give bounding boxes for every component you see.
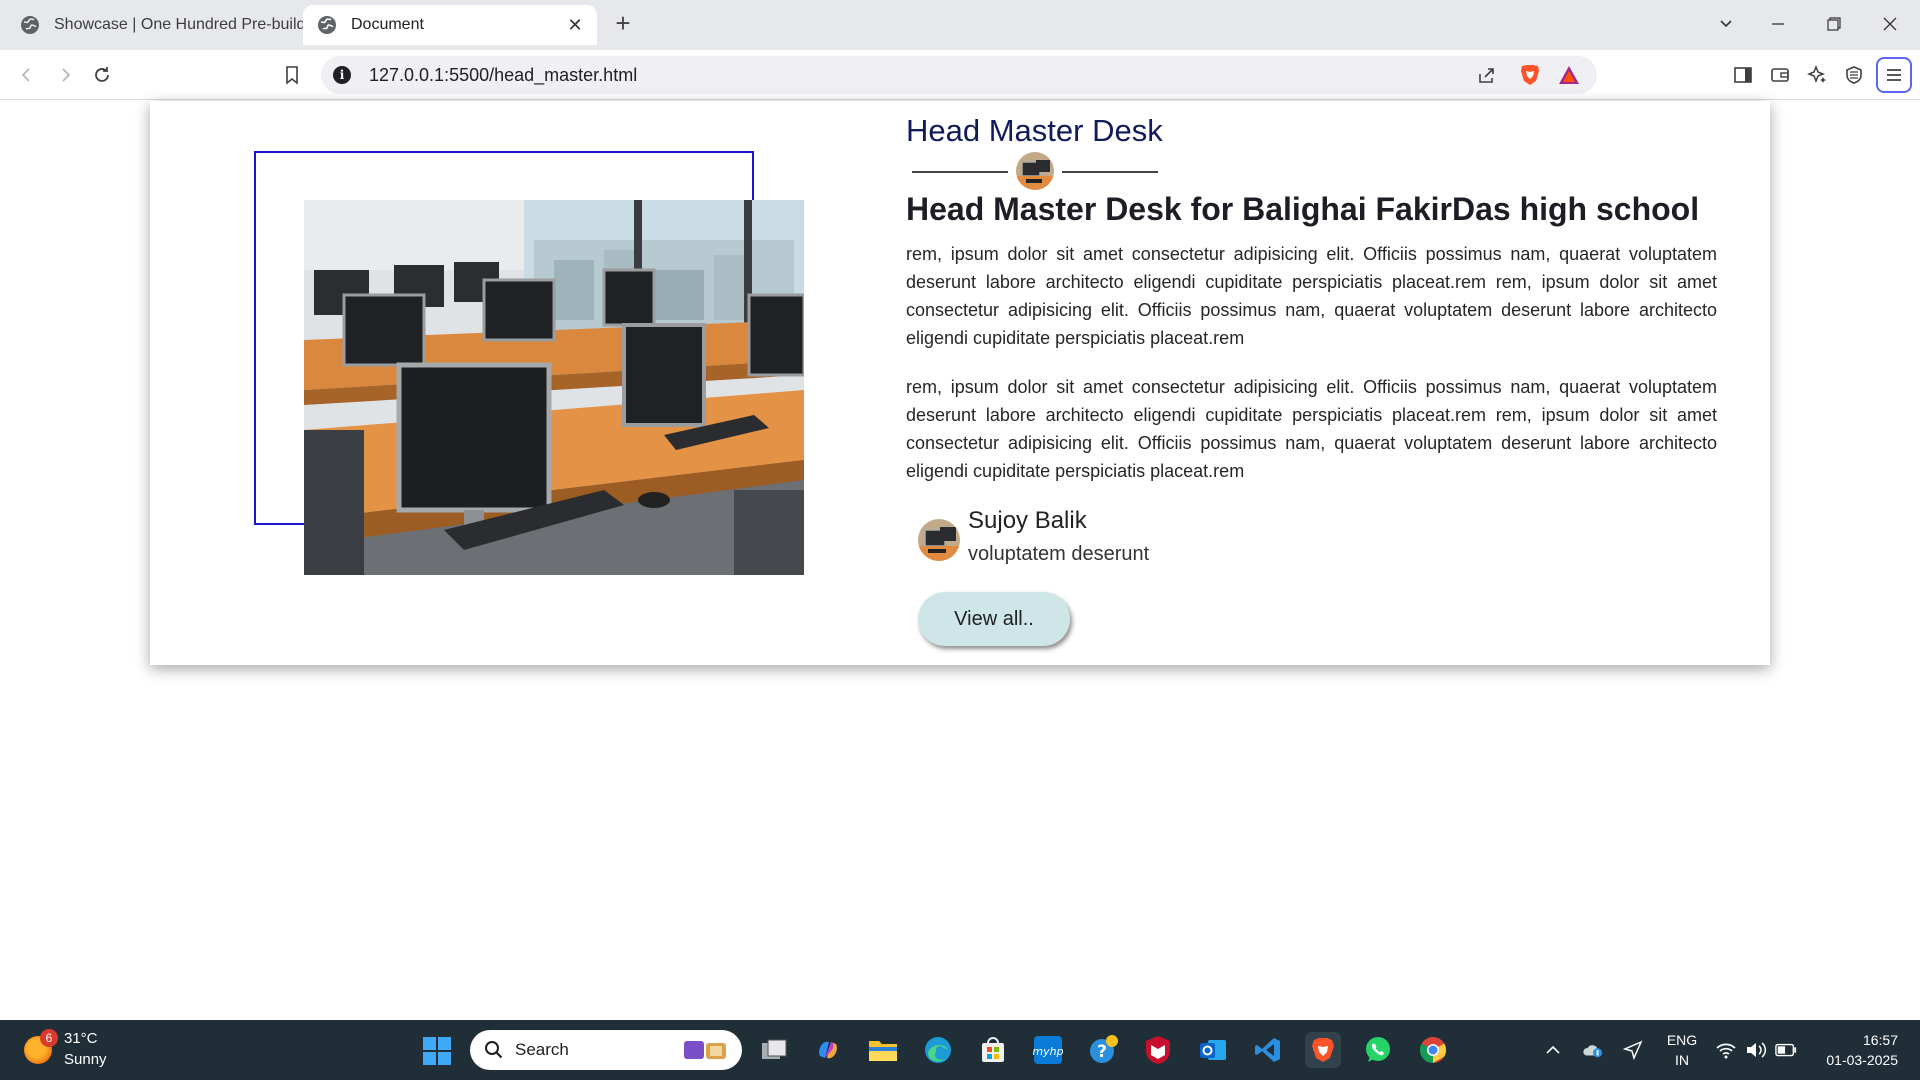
tab-title: Document <box>351 16 424 33</box>
clock-date: 01-03-2025 <box>1826 1052 1898 1068</box>
clock-time: 16:57 <box>1862 1032 1898 1048</box>
close-icon[interactable]: ✕ <box>563 13 587 37</box>
whatsapp-icon[interactable] <box>1360 1032 1396 1068</box>
language-indicator[interactable]: ENG IN <box>1665 1030 1699 1070</box>
brave-rewards-icon[interactable] <box>1554 60 1584 90</box>
task-view-icon[interactable] <box>756 1032 792 1068</box>
paragraph: rem, ipsum dolor sit amet consectetur ad… <box>906 244 1717 348</box>
author-name: Sujoy Balik <box>968 507 1087 534</box>
reload-icon[interactable] <box>87 60 117 90</box>
tab-document[interactable]: Document ✕ <box>303 5 597 45</box>
menu-icon[interactable] <box>1876 57 1912 93</box>
search-highlight-icon <box>684 1041 726 1059</box>
svg-text:?: ? <box>1097 1042 1107 1062</box>
wifi-icon[interactable] <box>1715 1039 1737 1061</box>
file-explorer-icon[interactable] <box>865 1032 901 1068</box>
wallet-icon[interactable] <box>1765 60 1795 90</box>
view-all-button[interactable]: View all.. <box>918 592 1070 646</box>
windows-start-icon[interactable] <box>422 1036 452 1066</box>
mcafee-icon[interactable] <box>1140 1032 1176 1068</box>
battery-icon[interactable] <box>1775 1039 1797 1061</box>
language-region: IN <box>1675 1052 1689 1068</box>
browser-tab-bar: Showcase | One Hundred Pre-build Documen… <box>0 0 1920 50</box>
address-bar[interactable]: i 127.0.0.1:5500/head_master.html <box>321 56 1597 94</box>
avatar <box>918 519 960 561</box>
vscode-icon[interactable] <box>1250 1032 1286 1068</box>
back-icon[interactable] <box>12 60 42 90</box>
brave-shields-icon[interactable] <box>1515 60 1545 90</box>
globe-icon <box>21 16 39 34</box>
help-icon[interactable]: ? <box>1085 1032 1121 1068</box>
chevron-down-icon[interactable] <box>1712 10 1740 38</box>
minimize-icon[interactable] <box>1764 10 1792 38</box>
tab-showcase[interactable]: Showcase | One Hundred Pre-build <box>6 5 304 45</box>
globe-icon <box>318 16 336 34</box>
restore-icon[interactable] <box>1820 10 1848 38</box>
myhp-icon[interactable]: myhp <box>1030 1032 1066 1068</box>
divider-left <box>912 171 1008 173</box>
weather-condition[interactable]: Sunny <box>64 1051 107 1068</box>
chrome-icon[interactable] <box>1415 1032 1451 1068</box>
notification-badge: 6 <box>40 1029 58 1047</box>
section-title: Head Master Desk <box>906 113 1163 148</box>
onedrive-icon[interactable] <box>1582 1039 1604 1061</box>
tab-title: Showcase | One Hundred Pre-build <box>54 16 304 33</box>
location-icon[interactable] <box>1622 1039 1644 1061</box>
browser-toolbar: i 127.0.0.1:5500/head_master.html <box>0 50 1920 100</box>
bookmark-icon[interactable] <box>277 60 307 90</box>
paragraph: rem, ipsum dolor sit amet consectetur ad… <box>906 377 1717 481</box>
vpn-shield-icon[interactable] <box>1839 60 1869 90</box>
head-master-card: Head Master Desk Head Master Desk for Ba… <box>150 101 1770 665</box>
windows-taskbar: 6 31°C Sunny Search myhp ? ENG IN 16:57 … <box>0 1020 1920 1080</box>
author-role: voluptatem deserunt <box>968 543 1150 565</box>
site-info-icon[interactable]: i <box>333 66 351 84</box>
copilot-icon[interactable] <box>810 1032 846 1068</box>
url-text: 127.0.0.1:5500/head_master.html <box>369 65 638 85</box>
close-window-icon[interactable] <box>1876 10 1904 38</box>
sidebar-toggle-icon[interactable] <box>1728 60 1758 90</box>
divider-right <box>1062 171 1158 173</box>
chevron-up-icon[interactable] <box>1542 1039 1564 1061</box>
volume-icon[interactable] <box>1745 1039 1767 1061</box>
svg-text:myhp: myhp <box>1033 1045 1063 1058</box>
headline: Head Master Desk for Balighai FakirDas h… <box>906 191 1700 227</box>
language-code: ENG <box>1666 1032 1698 1048</box>
new-tab-button[interactable]: + <box>610 10 636 37</box>
share-icon[interactable] <box>1471 60 1501 90</box>
edge-icon[interactable] <box>920 1032 956 1068</box>
weather-temperature[interactable]: 31°C <box>64 1030 98 1047</box>
taskbar-search[interactable]: Search <box>470 1030 742 1070</box>
search-icon <box>485 1041 503 1059</box>
page-content: Head Master Desk Head Master Desk for Ba… <box>0 101 1920 1019</box>
outlook-icon[interactable] <box>1195 1032 1231 1068</box>
search-label: Search <box>515 1040 569 1059</box>
leo-ai-icon[interactable] <box>1802 60 1832 90</box>
system-clock[interactable]: 16:57 01-03-2025 <box>1814 1030 1898 1070</box>
classroom-photo <box>304 200 804 575</box>
forward-icon[interactable] <box>50 60 80 90</box>
brave-browser-icon[interactable] <box>1305 1032 1341 1068</box>
microsoft-store-icon[interactable] <box>975 1032 1011 1068</box>
avatar <box>1016 152 1054 190</box>
